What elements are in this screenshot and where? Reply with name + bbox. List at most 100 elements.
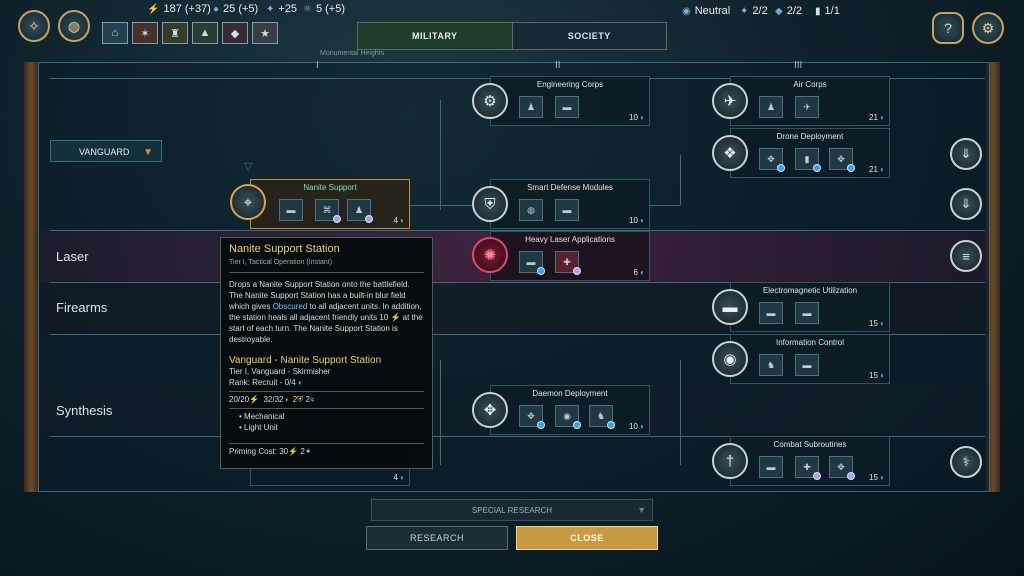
spark-icon: ✦ — [740, 5, 749, 17]
card-title: Heavy Laser Applications — [525, 235, 615, 244]
item-icon: ✥ — [829, 456, 855, 480]
gear-icon[interactable]: ⚙ — [972, 12, 1004, 44]
card-cost: 10 — [629, 113, 638, 122]
tier-2-label: II — [555, 60, 561, 71]
caduceus-node-icon[interactable]: ⚕ — [950, 446, 982, 478]
bonus-tile-5[interactable]: ◆ — [222, 22, 248, 44]
tooltip-description: Drops a Nanite Support Station onto the … — [229, 279, 424, 345]
frame-left — [24, 62, 38, 492]
wings-node-icon[interactable]: ✈ — [712, 83, 748, 119]
row-label-firearms: Firearms — [56, 300, 108, 315]
bonus-tile-1[interactable]: ⌂ — [102, 22, 128, 44]
card-combat-subroutines[interactable]: Combat Subroutines ▬ ✚ ✥ 15 ◐ — [730, 436, 890, 486]
item-icon: ▬ — [759, 456, 783, 478]
card-title: Daemon Deployment — [532, 389, 608, 398]
bonus-tile-4[interactable]: ▲ — [192, 22, 218, 44]
tier-3-label: III — [794, 60, 803, 71]
research-button[interactable]: RESEARCH — [366, 526, 508, 550]
item-icon: ✥ — [759, 148, 785, 172]
speed-icon: ≋ — [309, 395, 315, 404]
row-label-synthesis: Synthesis — [56, 403, 113, 418]
tooltip-subtitle: Tier I, Tactical Operation (Instant) — [229, 257, 424, 273]
daemon-node-icon[interactable]: ✥ — [472, 392, 508, 428]
research-icon: ◐ — [400, 473, 405, 482]
arrow-down-node-icon[interactable]: ⇓ — [950, 188, 982, 220]
stance-value: Neutral — [694, 5, 731, 17]
card-title: Drone Deployment — [776, 132, 844, 141]
research-icon: ◐ — [880, 113, 885, 122]
resource-water: ● 25 (+5) — [213, 3, 258, 15]
research-icon: ◐ — [640, 216, 645, 225]
connector — [650, 205, 680, 206]
cosmium-value: +25 — [278, 3, 298, 15]
research-icon: ◐ — [880, 371, 885, 380]
rank-value: Rank: Recruit - 0/4 — [229, 378, 296, 387]
item-icon: ▬ — [519, 251, 545, 275]
tag-item: • Mechanical — [239, 412, 285, 421]
card-title: Engineering Corps — [536, 80, 604, 89]
item-icon: ◉ — [555, 405, 581, 429]
card-cost: 15 — [869, 319, 878, 328]
tooltip-nanite-support-station: Nanite Support Station Tier I, Tactical … — [220, 237, 433, 469]
item-icon: ✥ — [829, 148, 855, 172]
lines-node-icon[interactable]: ≡ — [950, 240, 982, 272]
item-icon: ✚ — [795, 456, 821, 480]
bullet-node-icon[interactable]: ▬ — [712, 289, 748, 325]
pillar-icon: ▮ — [815, 5, 821, 17]
status-c-value: 1/1 — [824, 5, 840, 17]
card-daemon-deployment[interactable]: Daemon Deployment ✥ ◉ ♞ 10 ◐ — [490, 385, 650, 435]
chevron-down-icon: ▼ — [637, 505, 646, 515]
row-label-laser: Laser — [56, 249, 89, 264]
tab-society[interactable]: SOCIETY — [512, 23, 666, 49]
unit-stats: 20/20⚡ 32/32◑ 2⛨ 2≋ — [229, 391, 424, 405]
knowledge-value: 5 (+5) — [315, 3, 346, 15]
bonus-tile-3[interactable]: ♜ — [162, 22, 188, 44]
research-icon: ◐ — [880, 165, 885, 174]
item-icon: ♞ — [589, 405, 615, 429]
card-information-control[interactable]: Information Control ♞ ▬ 15 ◐ — [730, 334, 890, 384]
priming-cost: Priming Cost: 30⚡ 2✦ — [229, 443, 424, 457]
unit-subtitle: Tier I, Vanguard - Skirmisher — [229, 367, 331, 376]
vanguard-dropdown[interactable]: VANGUARD ▼ — [50, 140, 162, 162]
status-b: ◆ 2/2 — [775, 5, 802, 17]
status-a-value: 2/2 — [752, 5, 768, 17]
card-smart-defense-modules[interactable]: Smart Defense Modules ◍ ▬ 10 ◐ — [490, 179, 650, 229]
triangle-down-icon: ▽ — [244, 161, 253, 173]
eye-node-icon[interactable]: ◉ — [712, 341, 748, 377]
close-button[interactable]: CLOSE — [516, 526, 658, 550]
special-research-dropdown[interactable]: SPECIAL RESEARCH ▼ — [371, 499, 653, 521]
tier-1-label: I — [316, 60, 319, 71]
arrow-down-node-icon[interactable]: ⇓ — [950, 138, 982, 170]
globe-icon[interactable]: ◍ — [58, 10, 90, 42]
item-icon: ▬ — [555, 96, 579, 118]
research-icon: ◐ — [640, 113, 645, 122]
card-air-corps[interactable]: Air Corps ♟ ✈ 21 ◐ — [730, 76, 890, 126]
status-stance: ◉ Neutral — [682, 5, 730, 17]
card-heavy-laser-applications[interactable]: Heavy Laser Applications ▬ ✚ 6 ◐ — [490, 231, 650, 281]
priming-value: Priming Cost: 30 — [229, 447, 289, 456]
unit-tags: • Mechanical • Light Unit — [229, 408, 424, 433]
card-cost: 6 — [633, 268, 638, 277]
item-icon: ▬ — [795, 302, 819, 324]
gear-node-icon[interactable]: ⚙ — [472, 83, 508, 119]
card-electromagnetic-utilization[interactable]: Electromagnetic Utilization ▬ ▬ 15 ◐ — [730, 282, 890, 332]
laser-node-icon[interactable]: ✺ — [472, 237, 508, 273]
faction-icon[interactable]: ✧ — [18, 10, 50, 42]
unit-rank: Rank: Recruit - 0/4 ◐ — [229, 377, 424, 388]
item-icon: ⌘ — [315, 199, 341, 223]
card-drone-deployment[interactable]: Drone Deployment ✥ ▮ ✥ 21 ◐ — [730, 128, 890, 178]
item-icon: ◍ — [519, 199, 543, 221]
card-nanite-support[interactable]: Nanite Support ▬ ⌘ ♟ 4 ◐ — [250, 179, 410, 229]
shield-node-icon[interactable]: ⛨ — [472, 186, 508, 222]
bonus-tile-2[interactable]: ✶ — [132, 22, 158, 44]
connector — [440, 360, 441, 465]
drone-node-icon[interactable]: ❖ — [712, 135, 748, 171]
shield-icon: ◑ — [283, 395, 289, 404]
circuit-node-icon[interactable]: ⌖ — [230, 184, 266, 220]
tab-military[interactable]: MILITARY — [358, 23, 513, 49]
bonus-tile-6[interactable]: ★ — [252, 22, 278, 44]
dagger-node-icon[interactable]: † — [712, 443, 748, 479]
help-book-icon[interactable]: ? — [932, 12, 964, 44]
card-engineering-corps[interactable]: Engineering Corps ♟ ▬ 10 ◐ — [490, 76, 650, 126]
water-icon: ● — [213, 3, 220, 15]
